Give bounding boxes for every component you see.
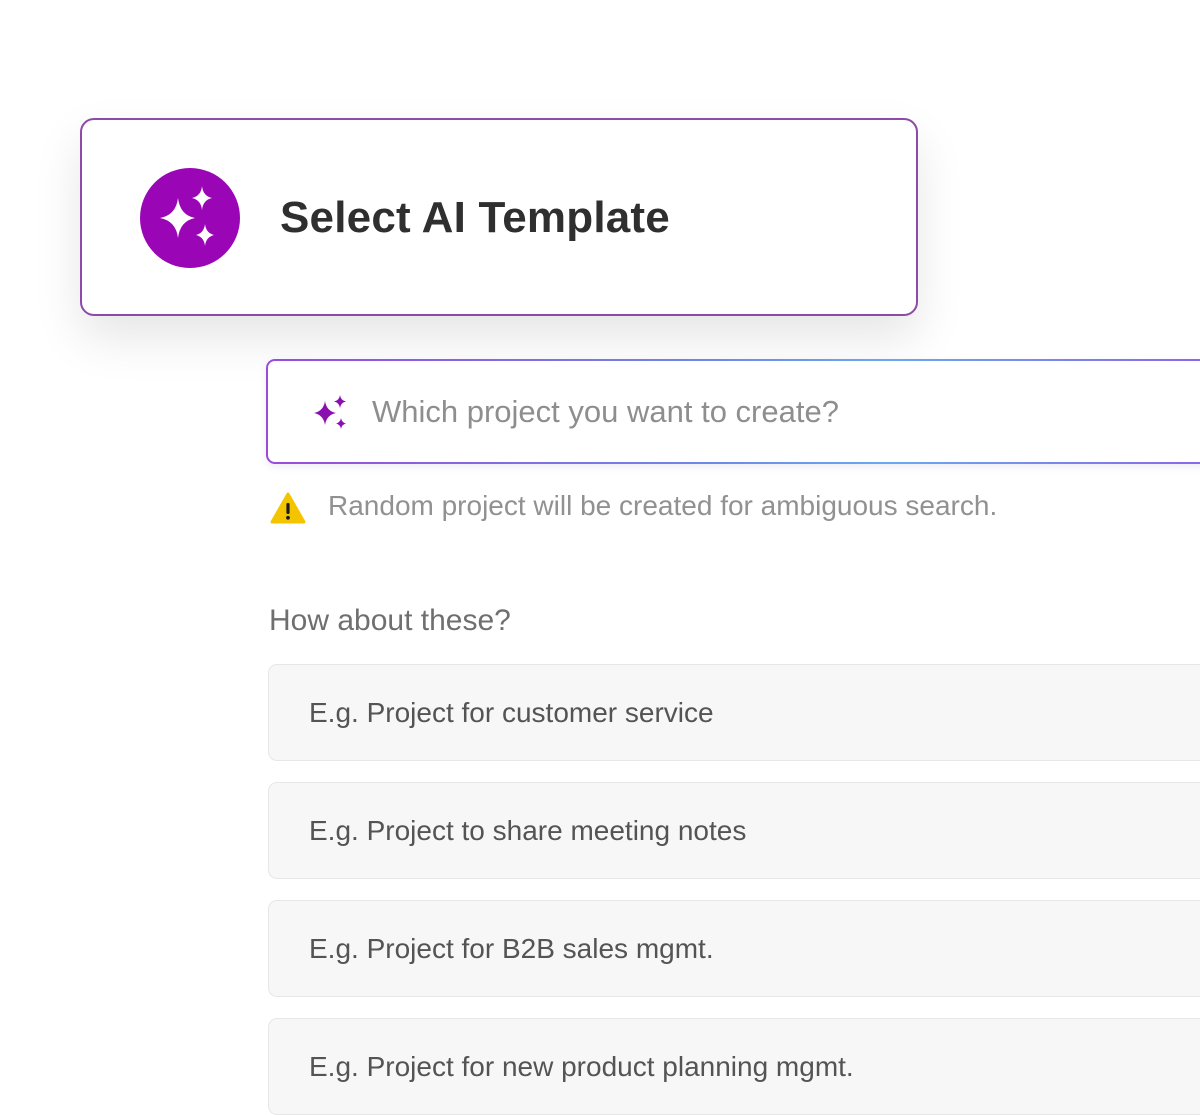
suggestion-label: E.g. Project to share meeting notes [309, 815, 747, 846]
suggestion-item[interactable]: E.g. Project for new product planning mg… [268, 1018, 1200, 1115]
select-ai-template-card[interactable]: Select AI Template [80, 118, 918, 316]
ambiguous-search-warning: Random project will be created for ambig… [328, 490, 998, 521]
sparkles-icon [314, 395, 346, 429]
suggestion-item[interactable]: E.g. Project for B2B sales mgmt. [268, 900, 1200, 997]
sparkles-icon [140, 168, 240, 268]
warning-icon [270, 492, 306, 524]
project-search-input[interactable] [372, 381, 1172, 443]
suggestion-label: E.g. Project for B2B sales mgmt. [309, 933, 714, 964]
suggestion-item[interactable]: E.g. Project to share meeting notes [268, 782, 1200, 879]
suggestion-item[interactable]: E.g. Project for customer service [268, 664, 1200, 761]
page-title: Select AI Template [280, 193, 670, 242]
suggestion-label: E.g. Project for new product planning mg… [309, 1051, 854, 1082]
suggestion-label: E.g. Project for customer service [309, 697, 714, 728]
project-search-box[interactable] [266, 359, 1200, 464]
suggestions-heading: How about these? [269, 604, 511, 637]
